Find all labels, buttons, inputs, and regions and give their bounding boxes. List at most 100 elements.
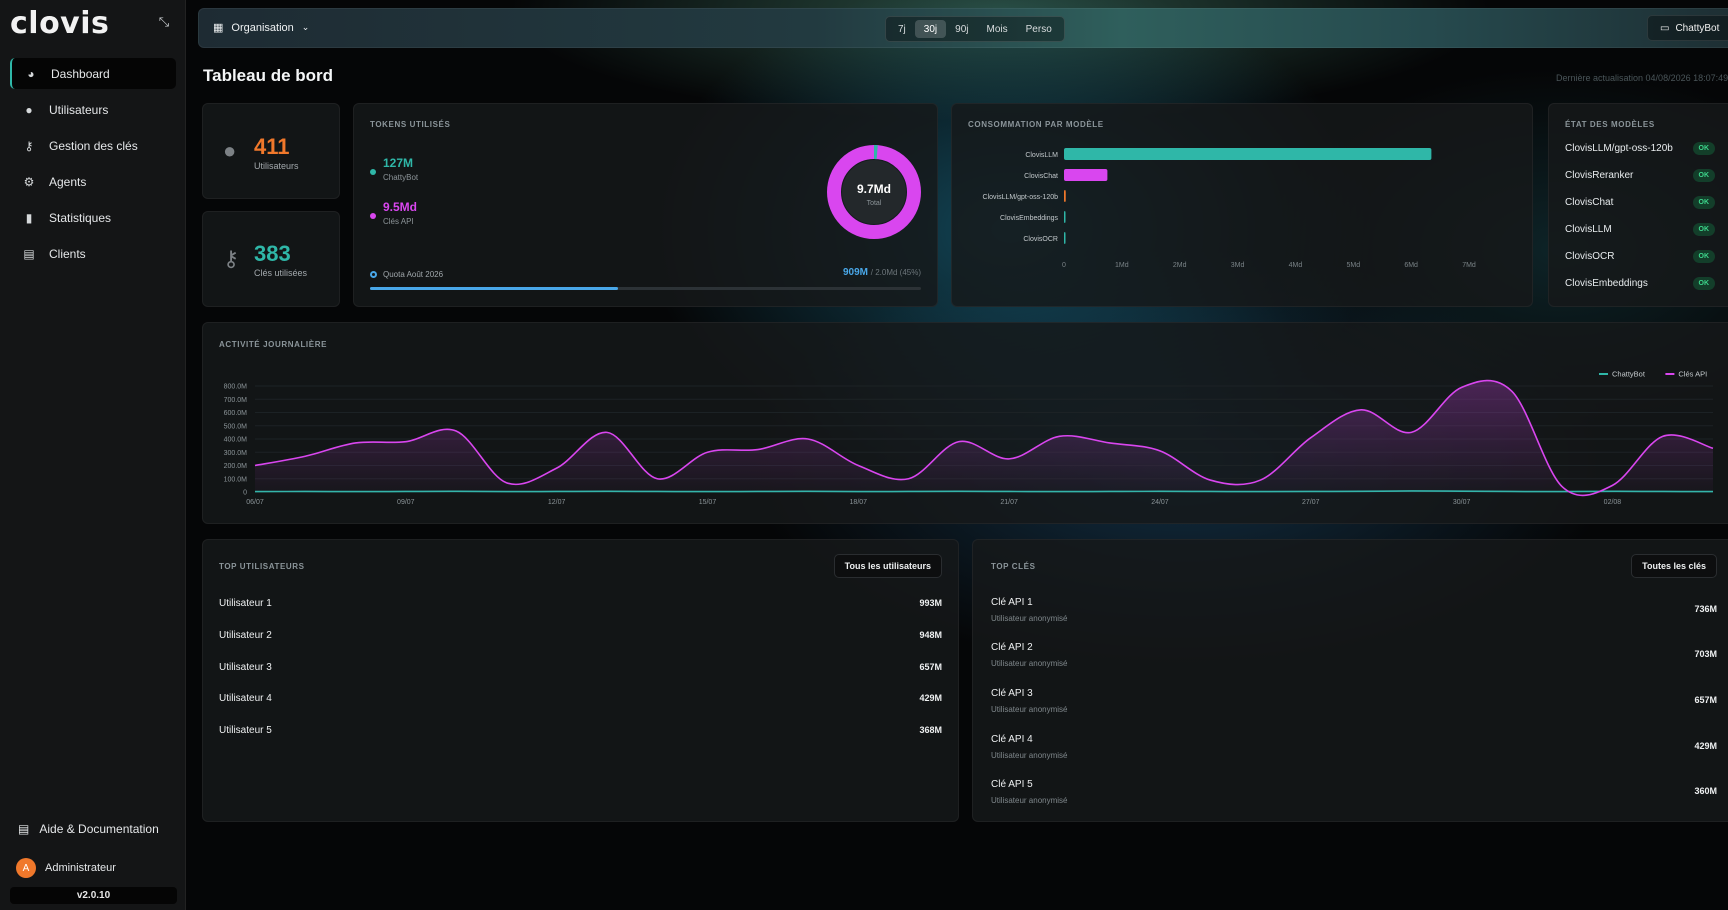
- period-30j[interactable]: 30j: [914, 20, 947, 38]
- list-item[interactable]: Clé API 5 Utilisateur anonymisé 360M: [991, 779, 1717, 805]
- sidebar-item-label: Gestion des clés: [49, 138, 138, 153]
- user-icon: ●: [223, 138, 237, 163]
- organisation-selector[interactable]: ▦ Organisation ⌄: [213, 21, 310, 35]
- x-tick-label: 12/07: [548, 499, 566, 506]
- model-status-title: ÉTAT DES MODÈLES: [1565, 120, 1655, 129]
- clovis-logo[interactable]: clovis: [10, 6, 109, 41]
- y-tick-label: 800.0M: [224, 384, 248, 391]
- model-status-row: ClovisLLM OK: [1565, 223, 1715, 236]
- x-tick-label: 15/07: [699, 499, 717, 506]
- model-status-row: ClovisEmbeddings OK: [1565, 277, 1715, 290]
- user-menu[interactable]: A Administrateur: [10, 858, 176, 878]
- y-tick-label: 100.0M: [224, 476, 248, 483]
- version-badge: v2.0.10: [10, 887, 177, 904]
- model-status-row: ClovisLLM/gpt-oss-120b OK: [1565, 142, 1715, 155]
- chattybot-label: ChattyBot: [383, 173, 419, 182]
- user-value: 429M: [919, 693, 942, 703]
- tokens-api: 9.5Md Clés API: [370, 200, 417, 226]
- donut-total-label: Total: [867, 200, 882, 207]
- legend-label: Clés API: [1678, 370, 1707, 379]
- key-name: Clé API 2: [991, 642, 1033, 653]
- user-name: Utilisateur 4: [219, 693, 272, 704]
- clock-icon: [370, 271, 377, 278]
- bar-chart-icon: ▮: [25, 210, 33, 225]
- y-tick-label: 0: [243, 490, 247, 497]
- last-update: Dernière actualisation 04/08/2026 18:07:…: [1556, 73, 1728, 83]
- bar: [1064, 190, 1066, 202]
- collapse-sidebar-icon[interactable]: ⤡: [156, 14, 172, 30]
- period-7j[interactable]: 7j: [889, 20, 915, 38]
- list-item[interactable]: Clé API 4 Utilisateur anonymisé 429M: [991, 734, 1717, 760]
- x-tick-label: 21/07: [1000, 499, 1018, 506]
- user-value: 993M: [919, 598, 942, 608]
- list-item[interactable]: Utilisateur 3 657M: [219, 662, 942, 673]
- x-tick-label: 5Md: [1346, 262, 1360, 269]
- y-tick-label: 700.0M: [224, 397, 248, 404]
- key-owner: Utilisateur anonymisé: [991, 751, 1068, 760]
- period-perso[interactable]: Perso: [1017, 20, 1061, 38]
- x-tick-label: 6Md: [1404, 262, 1418, 269]
- legend-dot: [370, 213, 376, 219]
- model-name: ClovisLLM/gpt-oss-120b: [1565, 143, 1673, 154]
- bar-label: ClovisLLM: [1025, 152, 1058, 159]
- list-item[interactable]: Utilisateur 2 948M: [219, 630, 942, 641]
- sidebar-item-agents[interactable]: ⚙ Agents: [10, 166, 176, 197]
- users-stat-card: ● 411 Utilisateurs: [202, 103, 340, 199]
- chattybot-tokens: 127M: [383, 156, 414, 170]
- sidebar-item-label: Statistiques: [49, 210, 112, 225]
- x-tick-label: 1Md: [1115, 262, 1129, 269]
- top-users-card: TOP UTILISATEURS Tous les utilisateurs U…: [202, 539, 959, 822]
- sidebar-item-utilisateurs[interactable]: ● Utilisateurs: [10, 94, 176, 125]
- x-tick-label: 2Md: [1173, 262, 1187, 269]
- all-users-button[interactable]: Tous les utilisateurs: [833, 554, 942, 578]
- keys-stat-card: ⚷ 383 Clés utilisées: [202, 211, 340, 307]
- user-name: Utilisateur 2: [219, 630, 272, 641]
- help-link[interactable]: ▤ Aide & Documentation: [10, 822, 176, 836]
- key-value: 360M: [1694, 786, 1717, 796]
- y-tick-label: 400.0M: [224, 437, 248, 444]
- period-90j[interactable]: 90j: [946, 20, 977, 38]
- key-icon: ⚷: [223, 246, 240, 271]
- list-item[interactable]: Utilisateur 4 429M: [219, 693, 942, 704]
- x-tick-label: 09/07: [397, 499, 415, 506]
- key-icon: ⚷: [24, 138, 34, 153]
- quota-progress-fill: [370, 287, 618, 290]
- y-tick-label: 300.0M: [224, 450, 248, 457]
- list-item[interactable]: Clé API 3 Utilisateur anonymisé 657M: [991, 688, 1717, 714]
- sidebar-item-gestion-cles[interactable]: ⚷ Gestion des clés: [10, 130, 176, 161]
- model-name: ClovisEmbeddings: [1565, 278, 1648, 289]
- book-icon: ▤: [18, 822, 30, 836]
- sidebar-item-dashboard[interactable]: ◕ Dashboard: [10, 58, 176, 89]
- list-item[interactable]: Clé API 2 Utilisateur anonymisé 703M: [991, 642, 1717, 668]
- top-keys-card: TOP CLÉS Toutes les clés Clé API 1 Utilis…: [972, 539, 1728, 822]
- sidebar: clovis ⤡ ◕ Dashboard ● Utilisateurs ⚷ Ge…: [0, 0, 186, 910]
- user-name: Utilisateur 3: [219, 662, 272, 673]
- user-name: Administrateur: [45, 862, 116, 874]
- list-item[interactable]: Clé API 1 Utilisateur anonymisé 736M: [991, 597, 1717, 623]
- chattybot-button[interactable]: ▭ ChattyBot: [1647, 15, 1728, 41]
- x-tick-label: 24/07: [1151, 499, 1169, 506]
- sidebar-item-statistiques[interactable]: ▮ Statistiques: [10, 202, 176, 233]
- x-tick-label: 30/07: [1453, 499, 1471, 506]
- api-tokens: 9.5Md: [383, 200, 418, 214]
- bar: [1064, 232, 1066, 244]
- chattybot-label: ChattyBot: [1675, 22, 1720, 34]
- list-item[interactable]: Utilisateur 1 993M: [219, 598, 942, 609]
- sidebar-item-clients[interactable]: ▤ Clients: [10, 238, 176, 269]
- key-owner: Utilisateur anonymisé: [991, 705, 1068, 714]
- organisation-label: Organisation: [231, 21, 294, 34]
- legend-label: ChattyBot: [1612, 370, 1646, 379]
- topbar: ▦ Organisation ⌄ 7j 30j 90j Mois Perso ▭…: [198, 8, 1728, 48]
- model-name: ClovisChat: [1565, 197, 1614, 208]
- model-name: ClovisOCR: [1565, 251, 1615, 262]
- x-tick-label: 27/07: [1302, 499, 1320, 506]
- period-mois[interactable]: Mois: [978, 20, 1017, 38]
- list-item[interactable]: Utilisateur 5 368M: [219, 725, 942, 736]
- bar: [1064, 169, 1108, 181]
- sidebar-item-label: Utilisateurs: [49, 102, 109, 117]
- chevron-down-icon: ⌄: [301, 22, 310, 32]
- all-keys-button[interactable]: Toutes les clés: [1631, 554, 1717, 578]
- user-icon: ●: [25, 102, 33, 117]
- status-badge: OK: [1692, 277, 1715, 290]
- bar: [1064, 211, 1066, 223]
